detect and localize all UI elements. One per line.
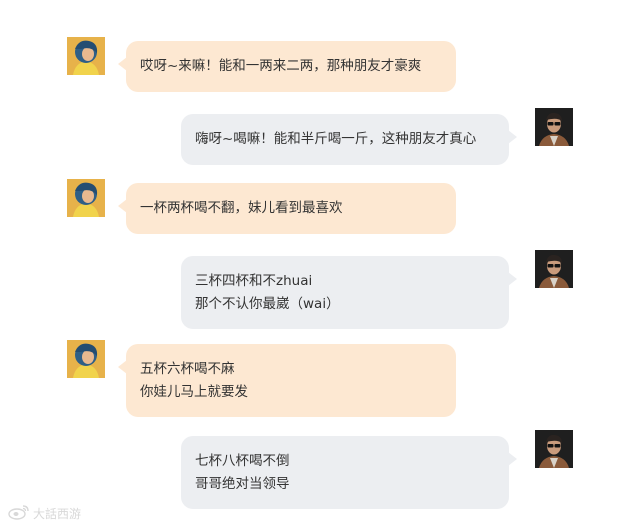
weibo-logo-icon bbox=[8, 504, 30, 523]
message-line: 那个不认你最崴（wai） bbox=[195, 296, 340, 312]
message-bubble-2: 嗨呀~喝嘛！能和半斤喝一斤，这种朋友才真心 bbox=[181, 114, 517, 165]
message-line: 哎呀~来嘛！能和一两来二两，那种朋友才豪爽 bbox=[140, 58, 422, 74]
message-line: 嗨呀~喝嘛！能和半斤喝一斤，这种朋友才真心 bbox=[195, 131, 477, 147]
avatar-man[interactable] bbox=[535, 108, 573, 146]
watermark: 大話西游 bbox=[8, 504, 81, 523]
message-line: 哥哥绝对当领导 bbox=[195, 476, 290, 492]
message-bubble-3: 一杯两杯喝不翻，妹儿看到最喜欢 bbox=[118, 183, 456, 234]
message-bubble-5: 五杯六杯喝不麻 你娃儿马上就要发 bbox=[118, 344, 456, 417]
message-line: 你娃儿马上就要发 bbox=[140, 384, 248, 400]
watermark-text: 大話西游 bbox=[33, 507, 82, 521]
avatar-girl[interactable] bbox=[67, 179, 105, 217]
avatar-girl[interactable] bbox=[67, 340, 105, 378]
avatar-man[interactable] bbox=[535, 430, 573, 468]
avatar-man[interactable] bbox=[535, 250, 573, 288]
avatar-girl[interactable] bbox=[67, 37, 105, 75]
message-bubble-4: 三杯四杯和不zhuai 那个不认你最崴（wai） bbox=[181, 256, 517, 329]
message-line: 五杯六杯喝不麻 bbox=[140, 361, 235, 377]
message-bubble-1: 哎呀~来嘛！能和一两来二两，那种朋友才豪爽 bbox=[118, 41, 456, 92]
message-bubble-6: 七杯八杯喝不倒 哥哥绝对当领导 bbox=[181, 436, 517, 509]
message-line: 七杯八杯喝不倒 bbox=[195, 453, 290, 469]
message-line: 三杯四杯和不zhuai bbox=[195, 273, 313, 289]
message-line: 一杯两杯喝不翻，妹儿看到最喜欢 bbox=[140, 200, 343, 216]
